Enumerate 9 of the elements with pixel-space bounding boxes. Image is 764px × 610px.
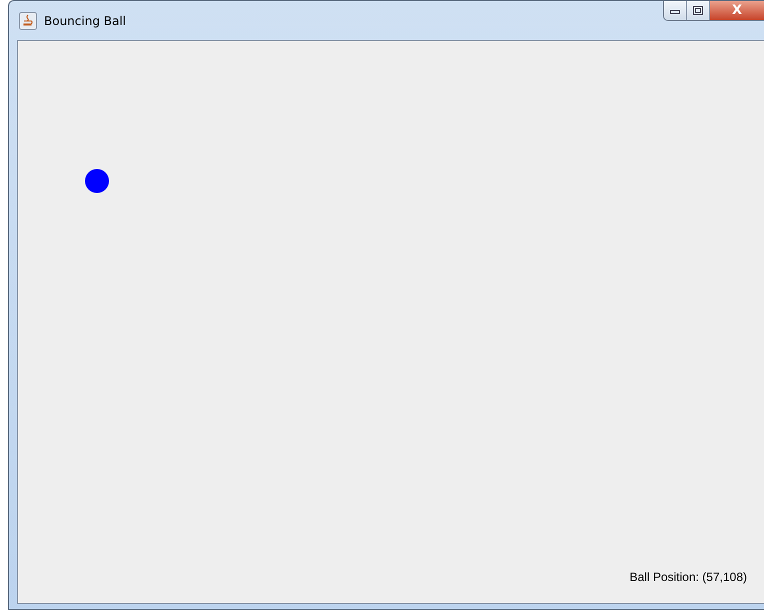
maximize-icon (693, 6, 703, 15)
cup-icon (19, 12, 37, 30)
ball (85, 169, 109, 193)
window-title: Bouncing Ball (44, 14, 126, 28)
ball-position-label: Ball Position: (57,108) (630, 570, 747, 584)
minimize-icon (670, 8, 680, 14)
maximize-button[interactable] (687, 1, 710, 20)
minimize-button[interactable] (664, 1, 687, 20)
close-button[interactable]: X (710, 1, 764, 20)
